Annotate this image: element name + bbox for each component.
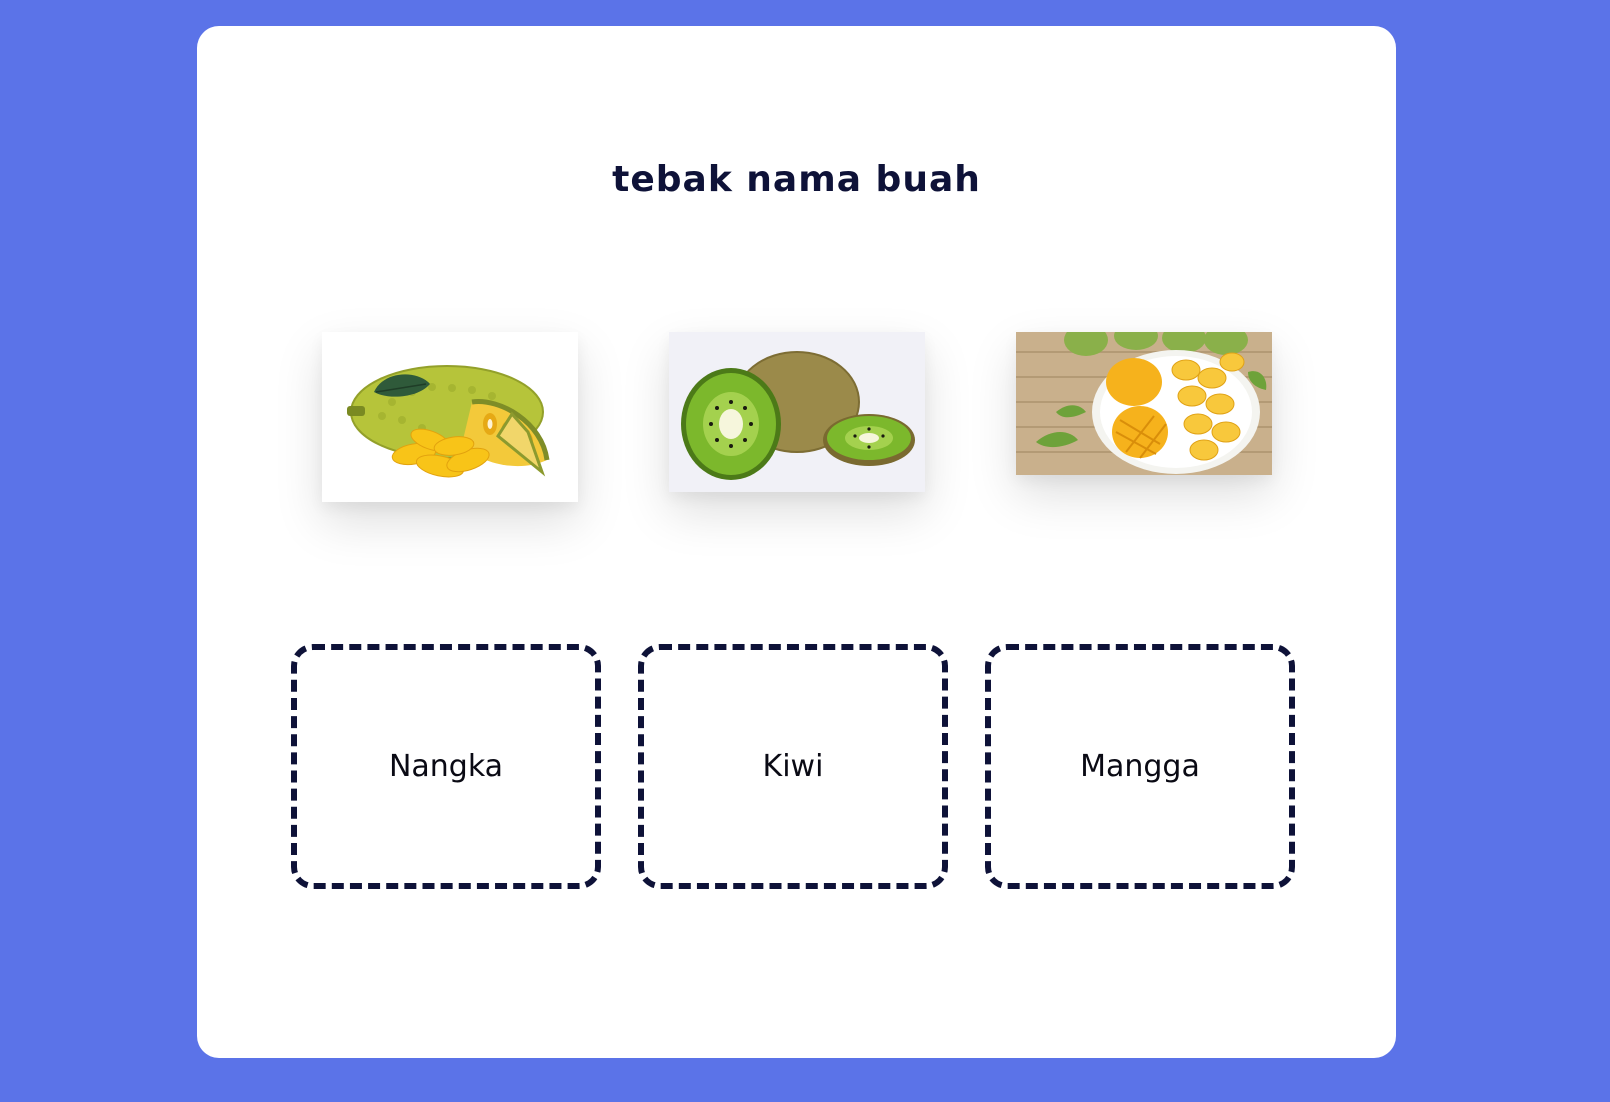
drop-zone-kiwi[interactable]: Kiwi bbox=[638, 644, 948, 889]
drop-zone-label: Kiwi bbox=[762, 749, 824, 784]
jackfruit-icon bbox=[322, 332, 578, 502]
drop-zone-label: Nangka bbox=[388, 749, 504, 784]
page-title: tebak nama buah bbox=[612, 159, 981, 200]
jackfruit-image[interactable] bbox=[322, 332, 578, 502]
kiwi-icon bbox=[669, 332, 925, 492]
game-card: tebak nama buah Nangka Kiwi Mangga bbox=[197, 26, 1396, 1058]
mango-icon bbox=[1016, 332, 1272, 475]
drop-zone-label: Mangga bbox=[1080, 749, 1200, 784]
drop-zone-nangka[interactable]: Nangka bbox=[291, 644, 601, 889]
drop-zone-mangga[interactable]: Mangga bbox=[985, 644, 1295, 889]
mango-image[interactable] bbox=[1016, 332, 1272, 475]
kiwi-image[interactable] bbox=[669, 332, 925, 492]
